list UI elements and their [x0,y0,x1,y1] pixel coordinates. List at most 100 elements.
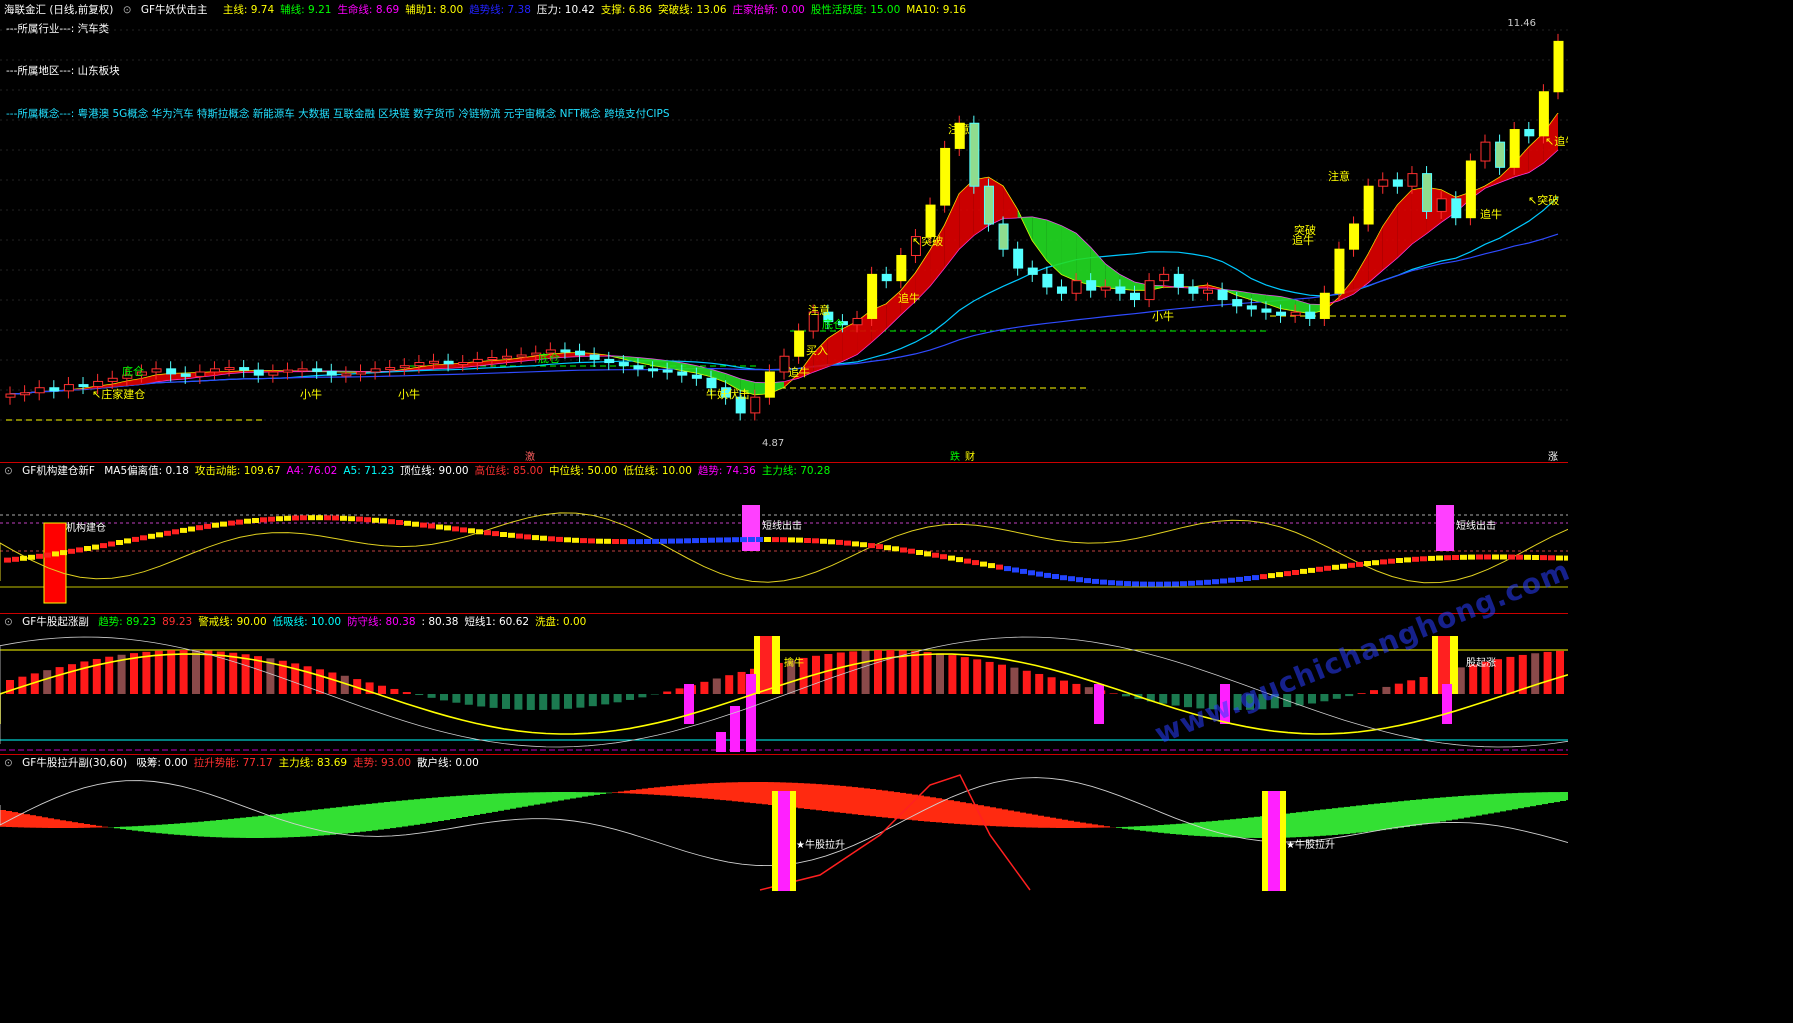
trend-histogram-bar [1060,680,1068,694]
lift-band-segment [1176,823,1182,835]
chart-annotation: 追牛 [1292,233,1314,247]
trend-histogram-bar [725,675,734,694]
lift-band-segment [1170,824,1176,834]
candle-body [1115,286,1126,294]
trend-ribbon-segment [681,362,697,373]
trend-band-segment [1364,561,1371,566]
trend-histogram-bar [80,661,89,694]
lift-band-segment [1254,816,1260,838]
trend-histogram-bar [824,653,833,694]
lift-band-segment [588,792,594,796]
lift-band-segment [258,815,264,838]
trend-histogram-bar [43,670,52,694]
trend-ribbon-segment [827,329,843,367]
trend-band-segment [924,551,931,557]
trend-band-segment [1124,581,1131,587]
candle-body [1407,173,1418,187]
trend-histogram-bar [849,651,858,694]
candle-body [677,371,688,376]
trend-histogram-bar [861,650,870,694]
lift-band-segment [1104,826,1110,828]
trend-histogram-bar [539,694,548,710]
trend-histogram-bar [68,664,76,694]
candle-body [969,122,980,187]
lift-band-segment [804,783,810,809]
trend-histogram-bar [551,694,560,710]
lift-band-segment [1518,792,1524,809]
trend-histogram-bar [415,694,424,696]
lift-band-segment [1512,793,1518,810]
trend-band-segment [1340,563,1347,569]
lift-band-segment [1530,792,1536,807]
trend-band-segment [268,516,275,522]
trend-band-segment [484,530,491,536]
trend-band-segment [1508,554,1515,560]
candle-body [764,371,775,398]
lift-band-segment [1086,823,1092,828]
candlestick-chart[interactable]: 底仓↖庄家建仓 小牛 小牛底仓牛妖伏击追牛买入注意底仓追牛↖突破注意小牛突破追牛注意… [0,0,1568,462]
trend-ribbon-segment [1368,226,1383,283]
lift-band-segment [516,792,522,808]
lift-band-segment [150,825,156,833]
trend-band-segment [260,517,267,523]
trend-band-segment [812,538,819,544]
lift-band-segment [1488,794,1494,814]
trend-band-segment [1076,577,1083,583]
trend-band-segment [1372,560,1379,566]
trend-band-segment [76,547,83,553]
candle-body [1319,292,1330,319]
lift-band-segment [348,805,354,833]
candle-body [5,393,16,398]
trend-histogram-bar [402,692,411,694]
lift-band-segment [738,782,744,802]
trend-band-segment [628,539,635,545]
trend-band-segment [1308,567,1315,573]
trend-band-segment [1412,556,1419,562]
lift-band-segment [486,794,492,813]
lift-band-segment [750,782,756,804]
trend-histogram-bar [526,694,535,710]
lift-band-segment [138,825,144,832]
lift-band-segment [1158,825,1164,833]
chart-annotation: ↖突破 [1528,193,1559,207]
lift-band-segment [1182,823,1188,835]
trend-histogram-bar [1159,694,1168,704]
wash-bar [1094,684,1104,724]
candle-body [633,365,644,370]
trend-histogram-bar [663,691,672,694]
trend-band-segment [1492,554,1499,560]
candle-body [852,317,863,326]
candle-body [1071,280,1082,294]
trend-band-segment [740,537,747,543]
candle-body [429,360,440,364]
lift-band-segment [192,822,198,837]
candle-body [867,273,878,319]
build-position-bar [43,522,67,604]
trend-band-segment [316,515,323,521]
wash-bar [746,674,756,752]
trend-histogram-bar [390,688,399,694]
institution-indicator-chart[interactable] [0,463,1568,613]
lift-band-segment [984,806,990,826]
lift-band-segment [102,826,108,828]
lift-band-segment [1218,820,1224,838]
trend-band-segment [1212,579,1219,585]
lift-band-segment [186,822,192,836]
lift-band-segment [1410,800,1416,827]
chart-annotation: 牛妖伏击 [706,387,750,401]
trend-band-segment [540,535,547,541]
bull-lift-indicator-chart[interactable] [0,755,1568,895]
trend-histogram-bar [960,657,969,694]
wash-bar [684,684,694,724]
trend-band-segment [156,532,163,538]
trend-band-segment [492,531,499,537]
trend-histogram-bar [1109,693,1118,694]
candle-body [1509,129,1520,168]
lift-band-segment [930,797,936,822]
bull-rise-indicator-chart[interactable] [0,614,1568,754]
lift-signal-inner [1268,791,1280,891]
trend-band-segment [1524,554,1531,560]
trend-band-segment [1332,564,1339,570]
lift-band-segment [1068,820,1074,828]
trend-histogram-bar [1370,690,1378,694]
